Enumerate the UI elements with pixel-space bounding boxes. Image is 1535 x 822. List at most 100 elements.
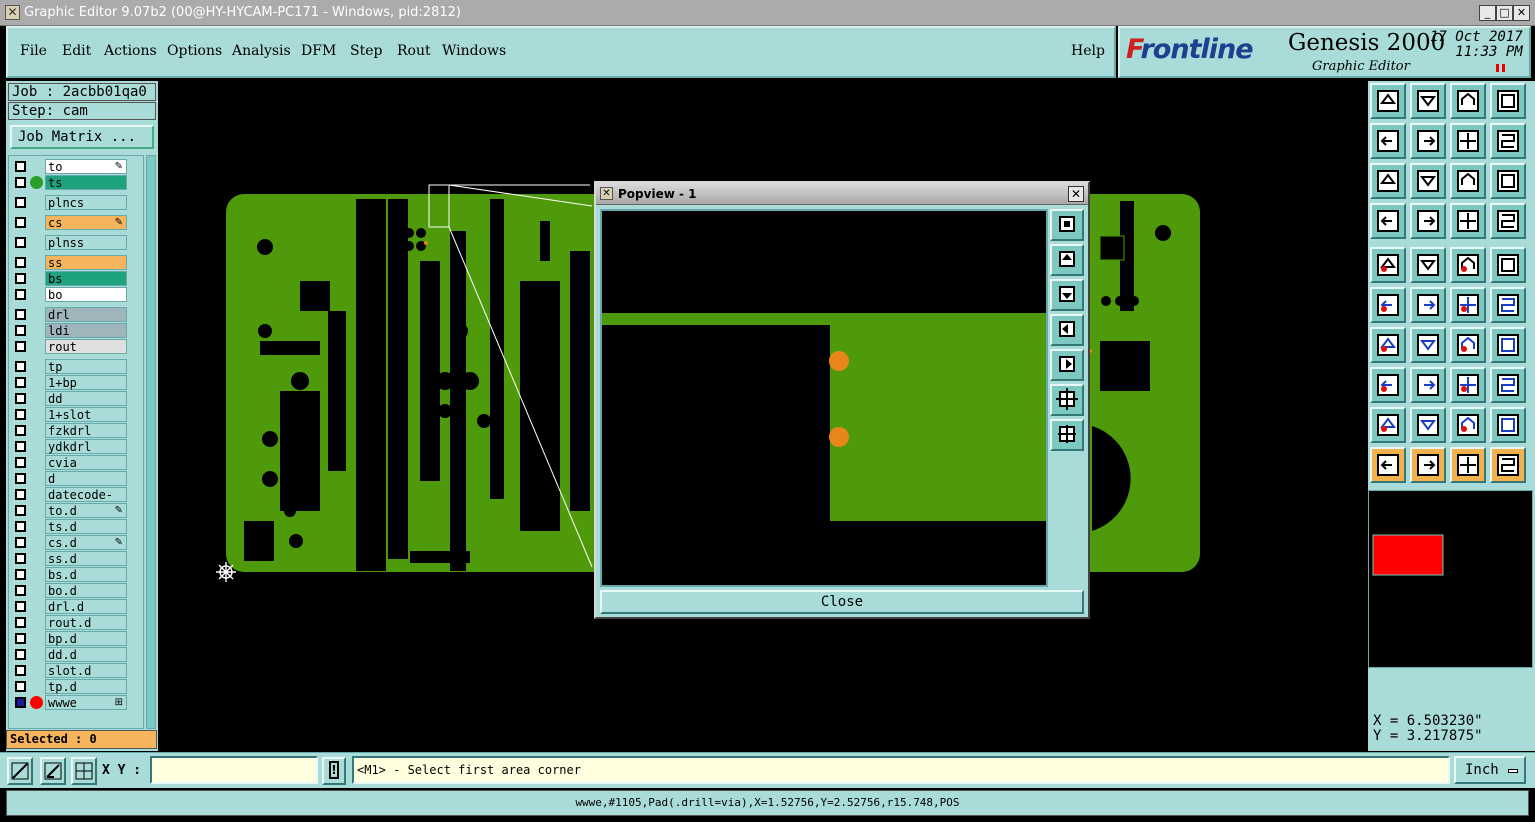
layer-row[interactable]: bo xyxy=(9,287,143,302)
net-select-icon[interactable] xyxy=(1490,203,1526,239)
draw-icon[interactable] xyxy=(1410,247,1446,283)
layer-checkbox[interactable] xyxy=(15,697,26,708)
unit-select[interactable]: Inch xyxy=(1454,756,1526,784)
select3-icon[interactable] xyxy=(1450,447,1486,483)
layer-checkbox[interactable] xyxy=(15,289,26,300)
layer-name[interactable]: ss xyxy=(45,255,127,270)
command-info-button[interactable]: ! xyxy=(322,757,346,785)
layer-checkbox[interactable] xyxy=(15,393,26,404)
layer-row[interactable]: to.d ✎ xyxy=(9,503,143,518)
fit-icon[interactable] xyxy=(1370,163,1406,199)
layer-checkbox[interactable] xyxy=(15,257,26,268)
layer-row[interactable]: slot.d xyxy=(9,663,143,678)
menu-windows[interactable]: Windows xyxy=(442,43,506,59)
layer-checkbox[interactable] xyxy=(15,617,26,628)
layer-minimap[interactable] xyxy=(1368,490,1533,668)
layer-name[interactable]: ss.d xyxy=(45,551,127,566)
popview-canvas[interactable] xyxy=(600,209,1048,587)
layer-checkbox[interactable] xyxy=(15,441,26,452)
layer-row[interactable]: dd.d xyxy=(9,647,143,662)
layer-row[interactable]: ts xyxy=(9,175,143,190)
layer-row[interactable]: ydkdrl xyxy=(9,439,143,454)
layer-name[interactable]: 1+slot xyxy=(45,407,127,422)
stretch-icon[interactable] xyxy=(1410,367,1446,403)
layer-checkbox[interactable] xyxy=(15,553,26,564)
scale-icon[interactable] xyxy=(1450,123,1486,159)
layer-name[interactable]: bs.d xyxy=(45,567,127,582)
layer-name[interactable]: ydkdrl xyxy=(45,439,127,454)
layer-checkbox[interactable] xyxy=(15,237,26,248)
popview-zoom-in-button[interactable] xyxy=(1050,419,1084,451)
layer-name[interactable]: plnss xyxy=(45,235,127,250)
layer-name[interactable]: bs xyxy=(45,271,127,286)
select2-icon[interactable] xyxy=(1410,447,1446,483)
layer-row[interactable]: cs.d ✎ xyxy=(9,535,143,550)
layer-row[interactable]: to ✎ xyxy=(9,159,143,174)
layer-row[interactable]: ss xyxy=(9,255,143,270)
layer-name[interactable]: rout xyxy=(45,339,127,354)
move-point2-icon[interactable] xyxy=(1490,287,1526,323)
layer-name[interactable]: tp xyxy=(45,359,127,374)
layer-checkbox[interactable] xyxy=(15,217,26,228)
layer-name[interactable]: 1+bp xyxy=(45,375,127,390)
layer-name[interactable]: to ✎ xyxy=(45,159,127,174)
ratio-icon[interactable] xyxy=(1450,163,1486,199)
help-icon[interactable] xyxy=(1490,163,1526,199)
popview-pan-left-button[interactable] xyxy=(1050,314,1084,346)
break-icon[interactable] xyxy=(1370,367,1406,403)
minimize-button[interactable]: _ xyxy=(1479,5,1496,21)
menu-analysis[interactable]: Analysis xyxy=(232,43,291,59)
angle-icon[interactable] xyxy=(1370,327,1406,363)
popview-pan-right-button[interactable] xyxy=(1050,349,1084,381)
layer-row[interactable]: d xyxy=(9,471,143,486)
popview-zoom-fit-button[interactable] xyxy=(1050,209,1084,241)
layer-checkbox[interactable] xyxy=(15,273,26,284)
layer-row[interactable]: bo.d xyxy=(9,583,143,598)
move-left-icon[interactable] xyxy=(1370,123,1406,159)
pad-icon[interactable] xyxy=(1370,247,1406,283)
layer-list-scrollbar[interactable] xyxy=(146,155,156,729)
layer-checkbox[interactable] xyxy=(15,361,26,372)
layer-checkbox[interactable] xyxy=(15,309,26,320)
layer-name[interactable]: ts xyxy=(45,175,127,190)
move-down-icon[interactable] xyxy=(1410,83,1446,119)
triangle3-icon[interactable] xyxy=(1450,407,1486,443)
menu-file[interactable]: File xyxy=(20,43,47,59)
popview-pan-down-button[interactable] xyxy=(1050,279,1084,311)
layer-row[interactable]: dd xyxy=(9,391,143,406)
layer-checkbox[interactable] xyxy=(15,177,26,188)
layer-row[interactable]: wwwe ⊞ xyxy=(9,695,143,710)
popview-close-button[interactable]: Close xyxy=(600,590,1084,614)
layer-name[interactable]: cvia xyxy=(45,455,127,470)
menu-actions[interactable]: Actions xyxy=(104,43,157,59)
layer-name[interactable]: cs.d ✎ xyxy=(45,535,127,550)
layer-checkbox[interactable] xyxy=(15,161,26,172)
snake-icon[interactable] xyxy=(1490,123,1526,159)
grid-icon[interactable] xyxy=(71,757,97,785)
menu-options[interactable]: Options xyxy=(167,43,222,59)
resize-icon[interactable] xyxy=(1450,367,1486,403)
layer-row[interactable]: fzkdrl xyxy=(9,423,143,438)
layer-row[interactable]: plnss xyxy=(9,235,143,250)
close-window-button[interactable]: ✕ xyxy=(1513,5,1530,21)
layer-checkbox[interactable] xyxy=(15,649,26,660)
layer-name[interactable]: d xyxy=(45,471,127,486)
circle-icon[interactable] xyxy=(1490,247,1526,283)
ruler-icon[interactable] xyxy=(1450,247,1486,283)
layer-name[interactable]: ldi xyxy=(45,323,127,338)
maximize-button[interactable]: □ xyxy=(1496,5,1513,21)
layer-checkbox[interactable] xyxy=(15,409,26,420)
layer-checkbox[interactable] xyxy=(15,537,26,548)
menu-step[interactable]: Step xyxy=(350,43,382,59)
layer-row[interactable]: drl.d xyxy=(9,599,143,614)
layer-name[interactable]: plncs xyxy=(45,195,127,210)
menu-help[interactable]: Help xyxy=(1071,43,1105,59)
layer-name[interactable]: bo.d xyxy=(45,583,127,598)
layer-row[interactable]: cvia xyxy=(9,455,143,470)
center-icon[interactable] xyxy=(1410,163,1446,199)
popview-pan-up-button[interactable] xyxy=(1050,244,1084,276)
layer-row[interactable]: tp xyxy=(9,359,143,374)
xy-input[interactable] xyxy=(150,756,318,784)
connect-icon[interactable] xyxy=(1370,287,1406,323)
layer-row[interactable]: 1+slot xyxy=(9,407,143,422)
